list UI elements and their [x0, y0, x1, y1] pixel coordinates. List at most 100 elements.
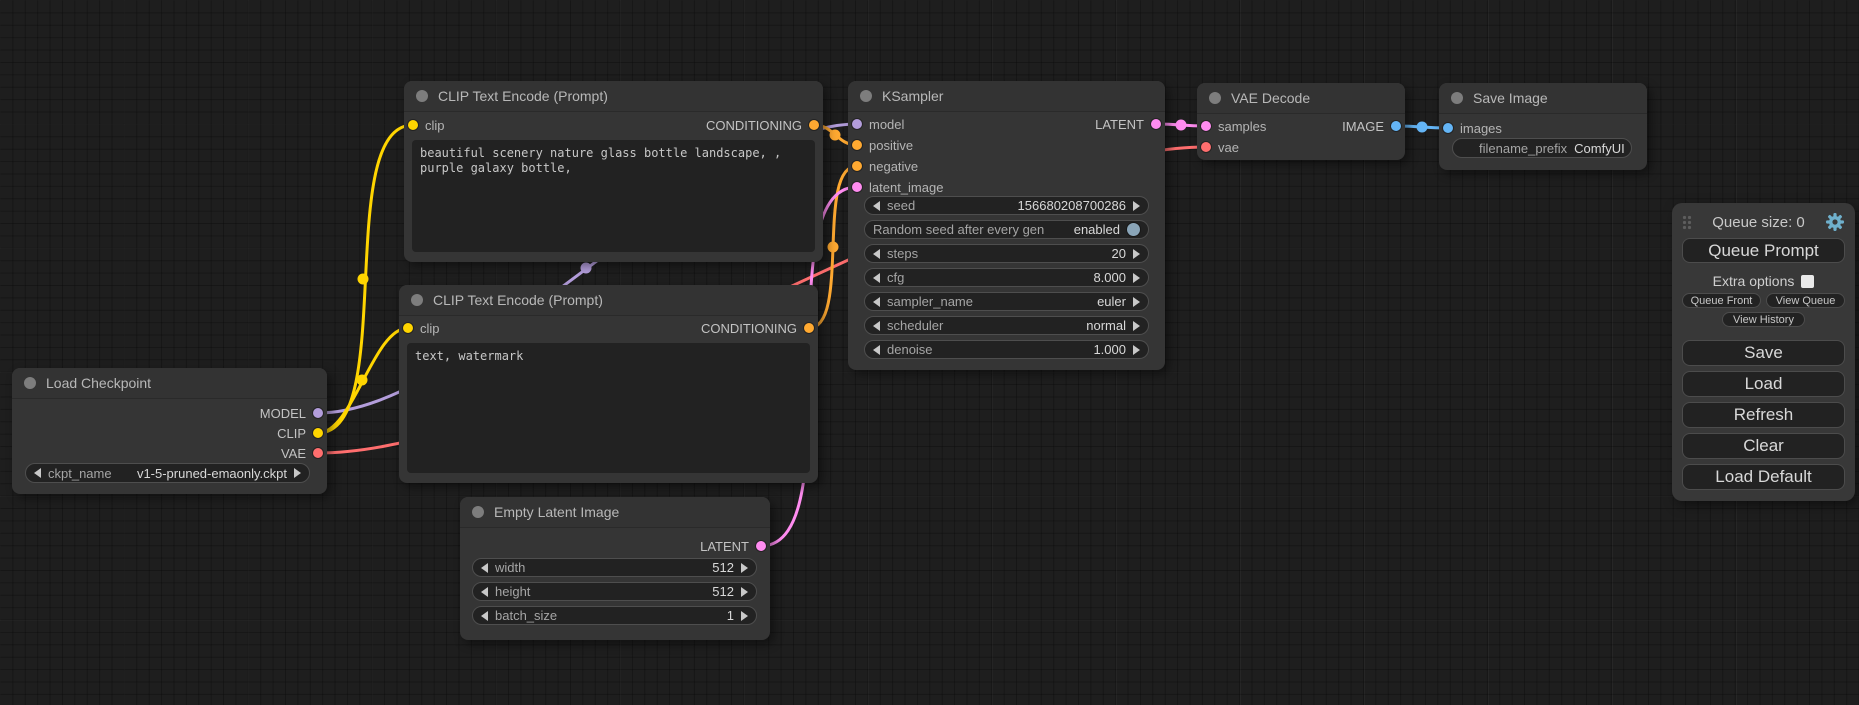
decrement-arrow-icon[interactable] [873, 201, 880, 211]
slot-label: clip [420, 321, 440, 336]
decrement-arrow-icon[interactable] [873, 273, 880, 283]
negative-input-dot[interactable] [852, 161, 862, 171]
node-title-bar[interactable]: VAE Decode [1197, 83, 1405, 114]
increment-arrow-icon[interactable] [1133, 273, 1140, 283]
save-button[interactable]: Save [1682, 340, 1845, 366]
conditioning-output-dot[interactable] [809, 120, 819, 130]
cfg-widget[interactable]: cfg 8.000 [864, 268, 1149, 287]
view-queue-button[interactable]: View Queue [1766, 293, 1845, 308]
graph-canvas[interactable]: Load Checkpoint MODEL CLIP VAE ckpt_name… [0, 0, 1859, 705]
link-dot-image [1417, 122, 1428, 133]
slot-label: negative [869, 159, 918, 174]
node-title-bar[interactable]: Load Checkpoint [12, 368, 327, 399]
settings-gear-icon[interactable] [1825, 212, 1845, 232]
decrement-arrow-icon[interactable] [481, 587, 488, 597]
sampler-name-widget[interactable]: sampler_name euler [864, 292, 1149, 311]
node-load-checkpoint[interactable]: Load Checkpoint MODEL CLIP VAE ckpt_name… [12, 368, 327, 494]
input-slot-model: model [852, 116, 904, 132]
refresh-button[interactable]: Refresh [1682, 402, 1845, 428]
widget-label: batch_size [495, 608, 557, 623]
increment-arrow-icon[interactable] [741, 563, 748, 573]
slot-label: CONDITIONING [706, 118, 802, 133]
decrement-arrow-icon[interactable] [481, 563, 488, 573]
widget-value: 20 [1112, 246, 1126, 261]
latent-image-input-dot[interactable] [852, 182, 862, 192]
vae-input-dot[interactable] [1201, 142, 1211, 152]
load-default-button[interactable]: Load Default [1682, 464, 1845, 490]
slot-label: IMAGE [1342, 119, 1384, 134]
node-title-bar[interactable]: KSampler [848, 81, 1165, 112]
images-input-dot[interactable] [1443, 123, 1453, 133]
queue-prompt-button[interactable]: Queue Prompt [1682, 238, 1845, 263]
positive-input-dot[interactable] [852, 140, 862, 150]
increment-arrow-icon[interactable] [1133, 321, 1140, 331]
increment-arrow-icon[interactable] [1133, 249, 1140, 259]
decrement-arrow-icon[interactable] [873, 297, 880, 307]
increment-arrow-icon[interactable] [1133, 201, 1140, 211]
collapse-toggle-icon[interactable] [1209, 92, 1221, 104]
increment-arrow-icon[interactable] [1133, 345, 1140, 355]
collapse-toggle-icon[interactable] [416, 90, 428, 102]
node-title-bar[interactable]: CLIP Text Encode (Prompt) [404, 81, 823, 112]
view-history-button[interactable]: View History [1722, 312, 1805, 327]
latent-output-dot[interactable] [1151, 119, 1161, 129]
decrement-arrow-icon[interactable] [873, 249, 880, 259]
increment-arrow-icon[interactable] [741, 587, 748, 597]
increment-arrow-icon[interactable] [1133, 297, 1140, 307]
collapse-toggle-icon[interactable] [411, 294, 423, 306]
node-title-bar[interactable]: Save Image [1439, 83, 1647, 114]
slot-label: CONDITIONING [701, 321, 797, 336]
clip-output-dot[interactable] [313, 428, 323, 438]
model-output-dot[interactable] [313, 408, 323, 418]
node-title-bar[interactable]: Empty Latent Image [460, 497, 770, 528]
queue-panel-header: Queue size: 0 [1682, 212, 1845, 232]
clip-input-dot[interactable] [408, 120, 418, 130]
node-ksampler[interactable]: KSampler model positive negative latent_… [848, 81, 1165, 370]
widget-label: width [495, 560, 525, 575]
load-button[interactable]: Load [1682, 371, 1845, 397]
drag-handle-icon[interactable] [1682, 215, 1692, 230]
collapse-toggle-icon[interactable] [860, 90, 872, 102]
node-empty-latent-image[interactable]: Empty Latent Image LATENT width 512 heig… [460, 497, 770, 640]
latent-output-dot[interactable] [756, 541, 766, 551]
width-widget[interactable]: width 512 [472, 558, 757, 577]
image-output-dot[interactable] [1391, 121, 1401, 131]
positive-prompt-textarea[interactable]: beautiful scenery nature glass bottle la… [412, 140, 815, 252]
batch-size-widget[interactable]: batch_size 1 [472, 606, 757, 625]
node-clip-text-encode-positive[interactable]: CLIP Text Encode (Prompt) clip CONDITION… [404, 81, 823, 262]
seed-widget[interactable]: seed 156680208700286 [864, 196, 1149, 215]
conditioning-output-dot[interactable] [804, 323, 814, 333]
toggle-on-icon[interactable] [1127, 223, 1140, 236]
decrement-arrow-icon[interactable] [873, 321, 880, 331]
clip-input-dot[interactable] [403, 323, 413, 333]
slot-label: LATENT [700, 539, 749, 554]
filename-prefix-widget[interactable]: filename_prefix ComfyUI [1452, 138, 1632, 158]
ckpt-name-widget[interactable]: ckpt_name v1-5-pruned-emaonly.ckpt [25, 463, 310, 483]
denoise-widget[interactable]: denoise 1.000 [864, 340, 1149, 359]
steps-widget[interactable]: steps 20 [864, 244, 1149, 263]
node-save-image[interactable]: Save Image images filename_prefix ComfyU… [1439, 83, 1647, 170]
clear-button[interactable]: Clear [1682, 433, 1845, 459]
queue-front-button[interactable]: Queue Front [1682, 293, 1761, 308]
decrement-arrow-icon[interactable] [34, 468, 41, 478]
node-clip-text-encode-negative[interactable]: CLIP Text Encode (Prompt) clip CONDITION… [399, 285, 818, 483]
random-seed-toggle-widget[interactable]: Random seed after every gen enabled [864, 220, 1149, 239]
node-vae-decode[interactable]: VAE Decode samples vae IMAGE [1197, 83, 1405, 160]
collapse-toggle-icon[interactable] [24, 377, 36, 389]
increment-arrow-icon[interactable] [294, 468, 301, 478]
widget-label: seed [887, 198, 915, 213]
vae-output-dot[interactable] [313, 448, 323, 458]
input-slot-images: images [1443, 120, 1502, 136]
samples-input-dot[interactable] [1201, 121, 1211, 131]
increment-arrow-icon[interactable] [741, 611, 748, 621]
scheduler-widget[interactable]: scheduler normal [864, 316, 1149, 335]
collapse-toggle-icon[interactable] [1451, 92, 1463, 104]
collapse-toggle-icon[interactable] [472, 506, 484, 518]
height-widget[interactable]: height 512 [472, 582, 757, 601]
decrement-arrow-icon[interactable] [481, 611, 488, 621]
extra-options-checkbox[interactable] [1801, 275, 1814, 288]
node-title-bar[interactable]: CLIP Text Encode (Prompt) [399, 285, 818, 316]
decrement-arrow-icon[interactable] [873, 345, 880, 355]
negative-prompt-textarea[interactable]: text, watermark [407, 343, 810, 473]
model-input-dot[interactable] [852, 119, 862, 129]
